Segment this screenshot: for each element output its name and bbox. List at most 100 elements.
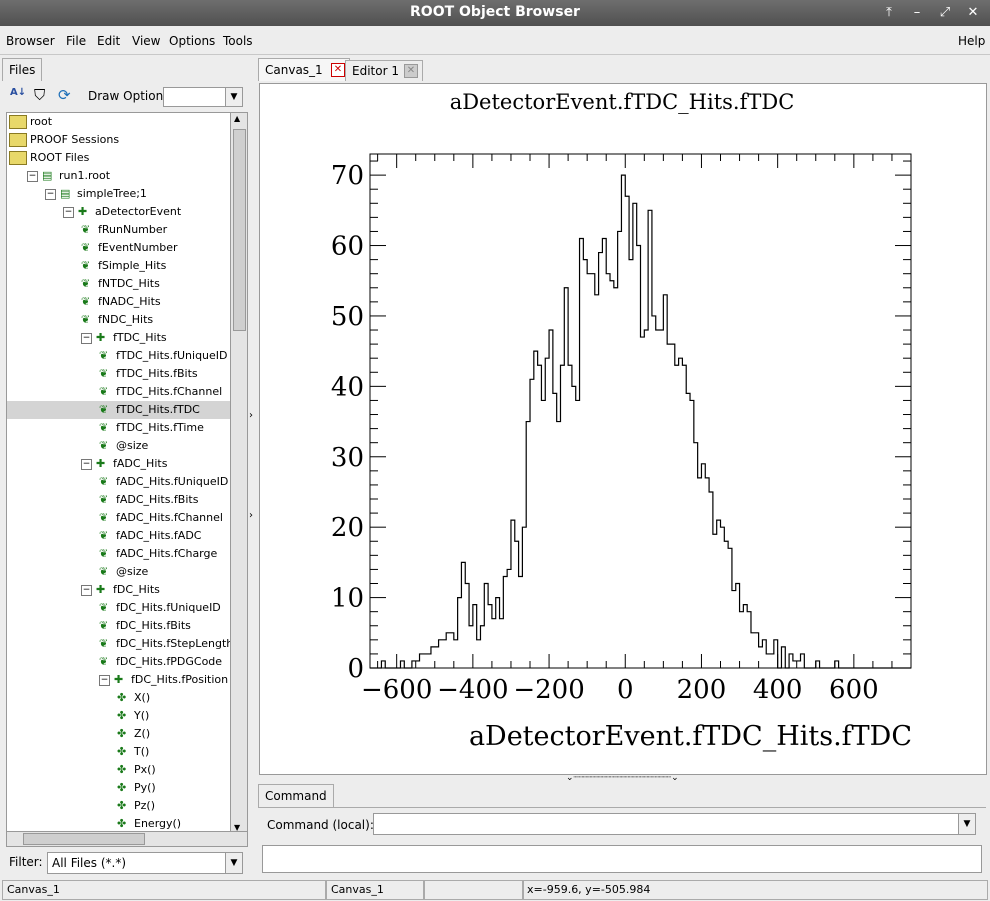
tree-item[interactable]: − ✚ fDC_Hits xyxy=(7,581,231,599)
filter-select[interactable]: All Files (*.*) ▼ xyxy=(47,852,243,874)
command-label: Command (local): xyxy=(267,818,374,832)
tab-editor[interactable]: Editor 1 ✕ xyxy=(345,60,423,81)
folder-icon xyxy=(9,115,27,129)
tree-item[interactable]: ❦ fDC_Hits.fBits xyxy=(7,617,231,635)
tree-item[interactable]: − ✚ fADC_Hits xyxy=(7,455,231,473)
root-canvas[interactable]: aDetectorEvent.fTDC_Hits.fTDC aDetectorE… xyxy=(259,83,987,775)
tree-item[interactable]: ❦ fADC_Hits.fADC xyxy=(7,527,231,545)
filter-icon[interactable]: ⛉ xyxy=(34,86,52,104)
leaf-icon: ❦ xyxy=(81,295,91,308)
tree-item[interactable]: ❦ fDC_Hits.fStepLength xyxy=(7,635,231,653)
collapse-icon[interactable]: − xyxy=(45,188,56,200)
pin-icon[interactable]: ⤒ xyxy=(880,4,898,22)
tree-item[interactable]: ❦ @size xyxy=(7,563,231,581)
tree-item[interactable]: root xyxy=(7,113,231,131)
tree-item[interactable]: ❦ fADC_Hits.fUniqueID xyxy=(7,473,231,491)
collapse-icon[interactable]: − xyxy=(63,206,74,218)
menu-edit[interactable]: Edit xyxy=(97,34,120,48)
tree-item[interactable]: ✤ Y() xyxy=(7,707,231,725)
tree-item[interactable]: ❦ fADC_Hits.fChannel xyxy=(7,509,231,527)
close-icon[interactable]: ✕ xyxy=(331,63,345,77)
scrollbar-thumb[interactable] xyxy=(233,129,246,331)
collapse-icon[interactable]: − xyxy=(27,170,38,182)
sort-icon[interactable]: A↓ xyxy=(10,87,30,105)
close-icon[interactable]: ✕ xyxy=(964,4,982,22)
tree-item-label: fTDC_Hits xyxy=(113,331,167,344)
scrollbar-thumb[interactable] xyxy=(23,833,145,845)
tree-item[interactable]: ✤ Pz() xyxy=(7,797,231,815)
tree-item[interactable]: − ✚ aDetectorEvent xyxy=(7,203,231,221)
tree-item[interactable]: ✤ Px() xyxy=(7,761,231,779)
title-bar: ROOT Object Browser ⤒ – ⤢ ✕ xyxy=(0,0,990,26)
refresh-icon[interactable]: ⟳ xyxy=(58,86,76,104)
tree-item[interactable]: ❦ fTDC_Hits.fTime xyxy=(7,419,231,437)
tree-item[interactable]: ✤ Py() xyxy=(7,779,231,797)
command-input[interactable]: ▼ xyxy=(373,813,976,835)
tree-horizontal-scrollbar[interactable] xyxy=(6,831,248,847)
splitter-arrow-icon[interactable]: › xyxy=(249,410,253,421)
tree-item-label: fADC_Hits.fADC xyxy=(116,529,202,542)
tree-item[interactable]: ❦ fTDC_Hits.fUniqueID xyxy=(7,347,231,365)
tree-item[interactable]: ❦ fADC_Hits.fBits xyxy=(7,491,231,509)
tree-item-label: fTDC_Hits.fUniqueID xyxy=(116,349,228,362)
chevron-down-icon[interactable]: ▼ xyxy=(225,853,242,873)
collapse-icon[interactable]: − xyxy=(81,458,92,470)
tree-item[interactable]: PROOF Sessions xyxy=(7,131,231,149)
tree-item[interactable]: ❦ fRunNumber xyxy=(7,221,231,239)
tree-item[interactable]: ❦ fNTDC_Hits xyxy=(7,275,231,293)
tree-item[interactable]: − ✚ fTDC_Hits xyxy=(7,329,231,347)
tree-item-label: fTDC_Hits.fChannel xyxy=(116,385,223,398)
scroll-up-icon[interactable]: ▲ xyxy=(234,114,240,123)
tree-item[interactable]: ❦ fDC_Hits.fUniqueID xyxy=(7,599,231,617)
menu-help[interactable]: Help xyxy=(958,34,985,48)
func-icon: ✤ xyxy=(117,709,127,722)
menu-options[interactable]: Options xyxy=(169,34,215,48)
tree-item[interactable]: ❦ fDC_Hits.fPDGCode xyxy=(7,653,231,671)
tree-item[interactable]: ❦ fEventNumber xyxy=(7,239,231,257)
minimize-icon[interactable]: – xyxy=(908,4,926,22)
tree-item[interactable]: ❦ fNADC_Hits xyxy=(7,293,231,311)
tree-item[interactable]: ✤ X() xyxy=(7,689,231,707)
tree-item[interactable]: ✤ Z() xyxy=(7,725,231,743)
func-icon: ✤ xyxy=(117,745,127,758)
tree-item-label: fDC_Hits xyxy=(113,583,160,596)
tree-item[interactable]: ROOT Files xyxy=(7,149,231,167)
tree-item[interactable]: − ▤ simpleTree;1 xyxy=(7,185,231,203)
tree-item[interactable]: ❦ fTDC_Hits.fBits xyxy=(7,365,231,383)
splitter-handle[interactable]: ⌄┈┈┈┈┈┈┈┈┈┈┈┈┈┈┈┈┈┈⌄ xyxy=(566,773,679,783)
branch-icon: ✚ xyxy=(96,331,106,344)
leaf-icon: ❦ xyxy=(99,493,109,506)
tree-item[interactable]: ✤ T() xyxy=(7,743,231,761)
tree-item[interactable]: ❦ fSimple_Hits xyxy=(7,257,231,275)
tree-item-label: @size xyxy=(116,439,149,452)
chevron-down-icon[interactable]: ▼ xyxy=(225,88,242,106)
tree-vertical-scrollbar[interactable]: ▲ ▼ xyxy=(230,112,248,834)
close-icon[interactable]: ✕ xyxy=(404,64,418,78)
tree-item[interactable]: ❦ fADC_Hits.fCharge xyxy=(7,545,231,563)
chevron-down-icon[interactable]: ▼ xyxy=(958,814,975,834)
splitter-arrow-icon[interactable]: › xyxy=(249,510,253,521)
menu-view[interactable]: View xyxy=(132,34,160,48)
maximize-icon[interactable]: ⤢ xyxy=(936,4,954,22)
leaf-icon: ❦ xyxy=(99,421,109,434)
draw-option-select[interactable]: ▼ xyxy=(163,87,243,107)
menu-file[interactable]: File xyxy=(66,34,86,48)
tab-canvas[interactable]: Canvas_1 ✕ xyxy=(258,58,350,81)
tab-command[interactable]: Command xyxy=(258,784,334,807)
tree-item[interactable]: ❦ fTDC_Hits.fChannel xyxy=(7,383,231,401)
tree-item[interactable]: ❦ fNDC_Hits xyxy=(7,311,231,329)
tree-item-label: fNADC_Hits xyxy=(98,295,161,308)
menu-browser[interactable]: Browser xyxy=(6,34,55,48)
x-tick-label: −600 xyxy=(361,675,432,705)
tree-item[interactable]: ❦ fTDC_Hits.fTDC xyxy=(7,401,231,419)
collapse-icon[interactable]: − xyxy=(81,332,92,344)
tree-item[interactable]: − ✚ fDC_Hits.fPosition xyxy=(7,671,231,689)
collapse-icon[interactable]: − xyxy=(99,674,110,686)
tree-item[interactable]: − ▤ run1.root xyxy=(7,167,231,185)
func-icon: ✤ xyxy=(117,691,127,704)
menu-tools[interactable]: Tools xyxy=(223,34,253,48)
tab-files[interactable]: Files xyxy=(2,58,43,81)
collapse-icon[interactable]: − xyxy=(81,584,92,596)
tree-item-label: simpleTree;1 xyxy=(77,187,147,200)
tree-item[interactable]: ❦ @size xyxy=(7,437,231,455)
